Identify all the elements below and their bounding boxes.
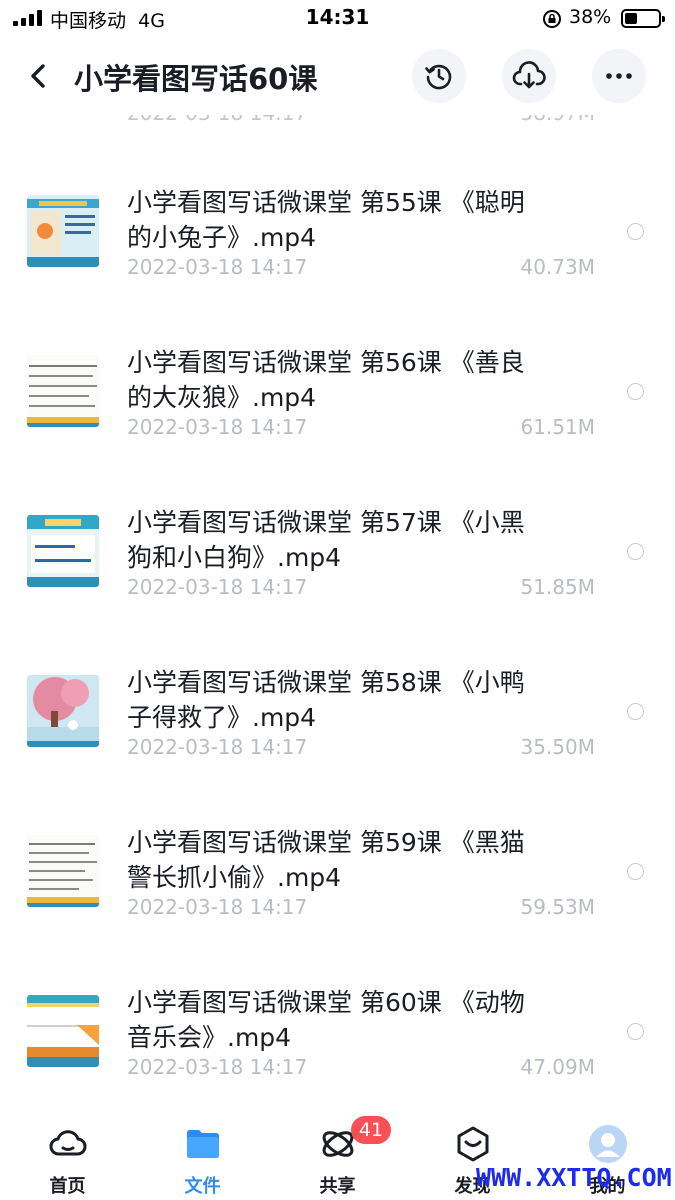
- file-date: 2022-03-18 14:17: [127, 115, 307, 125]
- tab-label: 共享: [319, 1176, 356, 1197]
- file-size: 35.50M: [520, 735, 595, 759]
- file-list[interactable]: 2022-03-18 14:17 58.97M 小学看图写话微课堂 第55课 《…: [0, 115, 675, 1105]
- status-bar: 中国移动 4G 14:31 38%: [0, 0, 675, 40]
- file-size: 61.51M: [520, 415, 595, 439]
- file-date: 2022-03-18 14:17: [127, 735, 308, 759]
- list-item[interactable]: 小学看图写话微课堂 第57课 《小黑狗和小白狗》.mp4 2022-03-18 …: [0, 505, 675, 665]
- cloud-home-icon: [49, 1130, 86, 1156]
- select-radio[interactable]: [627, 223, 644, 240]
- file-name: 小学看图写话微课堂 第55课 《聪明的小兔子》.mp4: [127, 188, 525, 252]
- rotation-lock-icon: [543, 10, 561, 28]
- file-size: 51.85M: [520, 575, 595, 599]
- video-thumbnail: [27, 835, 99, 907]
- list-item[interactable]: 小学看图写话微课堂 第60课 《动物音乐会》.mp4 2022-03-18 14…: [0, 985, 675, 1105]
- folder-icon: [186, 1130, 219, 1158]
- video-thumbnail: [27, 675, 99, 747]
- file-size: 58.97M: [520, 115, 595, 125]
- file-date: 2022-03-18 14:17: [127, 575, 308, 599]
- history-icon: [425, 64, 452, 90]
- cloud-download-icon: [512, 61, 546, 89]
- select-radio[interactable]: [627, 1023, 644, 1040]
- header: 小学看图写话60课: [0, 40, 675, 115]
- file-name: 小学看图写话微课堂 第60课 《动物音乐会》.mp4: [127, 988, 525, 1052]
- file-name: 小学看图写话微课堂 第56课 《善良的大灰狼》.mp4: [127, 348, 525, 412]
- select-radio[interactable]: [627, 383, 644, 400]
- discover-icon: [457, 1126, 488, 1162]
- list-item[interactable]: 小学看图写话微课堂 第55课 《聪明的小兔子》.mp4 2022-03-18 1…: [0, 185, 675, 345]
- cloud-download-button[interactable]: [502, 49, 556, 103]
- file-name: 小学看图写话微课堂 第58课 《小鸭子得救了》.mp4: [127, 668, 525, 732]
- avatar-icon: [588, 1125, 627, 1163]
- list-item[interactable]: 小学看图写话微课堂 第56课 《善良的大灰狼》.mp4 2022-03-18 1…: [0, 345, 675, 505]
- history-button[interactable]: [412, 49, 466, 103]
- file-date: 2022-03-18 14:17: [127, 895, 308, 919]
- battery-percent: 38%: [569, 6, 612, 28]
- select-radio[interactable]: [627, 863, 644, 880]
- page-title: 小学看图写话60课: [74, 62, 318, 96]
- chevron-left-icon: [31, 64, 45, 88]
- file-date: 2022-03-18 14:17: [127, 415, 308, 439]
- tab-label: 首页: [49, 1176, 86, 1197]
- tab-files[interactable]: 文件: [135, 1110, 270, 1200]
- select-radio[interactable]: [627, 543, 644, 560]
- file-size: 47.09M: [520, 1055, 595, 1079]
- select-radio[interactable]: [627, 703, 644, 720]
- back-button[interactable]: [22, 60, 54, 92]
- file-date: 2022-03-18 14:17: [127, 1055, 308, 1079]
- video-thumbnail: [27, 195, 99, 267]
- tab-home[interactable]: 首页: [0, 1110, 135, 1200]
- file-name: 小学看图写话微课堂 第59课 《黑猫警长抓小偷》.mp4: [127, 828, 525, 892]
- video-thumbnail: [27, 995, 99, 1067]
- list-item[interactable]: 小学看图写话微课堂 第59课 《黑猫警长抓小偷》.mp4 2022-03-18 …: [0, 825, 675, 985]
- file-size: 59.53M: [520, 895, 595, 919]
- partial-list-item: 2022-03-18 14:17 58.97M: [0, 115, 675, 125]
- list-item[interactable]: 小学看图写话微课堂 第58课 《小鸭子得救了》.mp4 2022-03-18 1…: [0, 665, 675, 825]
- share-count-badge: 41: [351, 1116, 391, 1144]
- more-icon: [606, 73, 632, 79]
- video-thumbnail: [27, 355, 99, 427]
- battery-icon: [621, 9, 665, 28]
- video-thumbnail: [27, 515, 99, 587]
- file-size: 40.73M: [520, 255, 595, 279]
- file-date: 2022-03-18 14:17: [127, 255, 308, 279]
- watermark-text: WWW.XXTTQ.COM: [476, 1163, 672, 1192]
- more-button[interactable]: [592, 49, 646, 103]
- tab-label: 文件: [184, 1176, 221, 1197]
- file-name: 小学看图写话微课堂 第57课 《小黑狗和小白狗》.mp4: [127, 508, 525, 572]
